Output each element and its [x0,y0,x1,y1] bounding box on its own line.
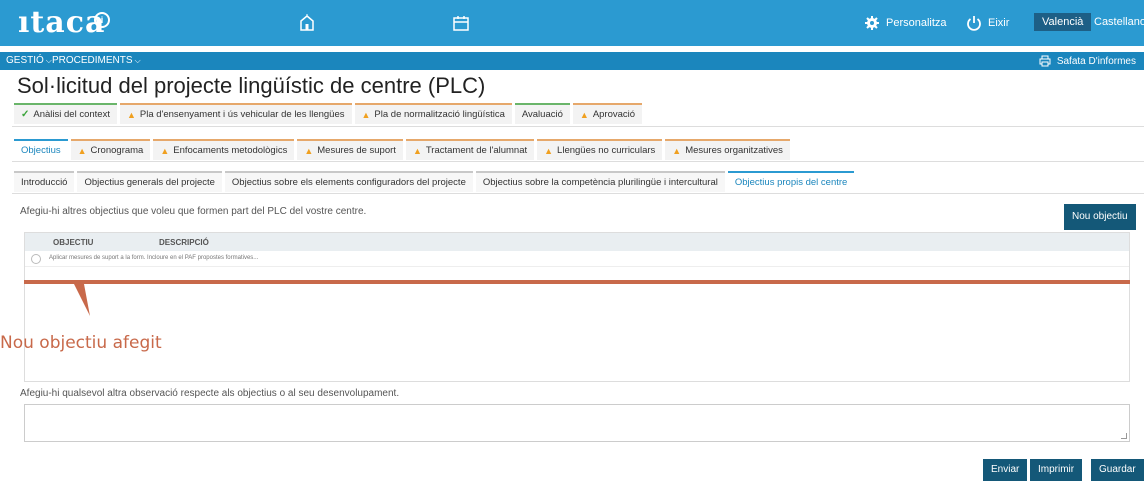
tab-mesures-suport[interactable]: ▲ Mesures de suport [297,139,403,160]
check-icon: ✓ [21,109,30,120]
observations-textarea[interactable] [24,404,1130,442]
annotation-pointer [74,284,90,316]
page-title: Sol·licitud del projecte lingüístic de c… [17,73,486,98]
tab-label: Aprovació [592,109,636,120]
new-objective-button[interactable]: Nou objectiu [1064,204,1136,230]
chevron-down-icon: ⌵ [134,55,141,65]
reports-label: Safata D'informes [1056,55,1136,67]
tabs-level-1: ✓ Anàlisi del context ▲ Pla d'ensenyament … [14,103,643,124]
print-button[interactable]: Imprimir [1030,459,1083,481]
col-objectiu[interactable]: OBJECTIU [53,238,93,247]
col-descripcio[interactable]: DESCRIPCIÓ [159,238,209,247]
gear-icon [865,16,879,30]
send-button[interactable]: Enviar [983,459,1028,481]
tab-mesures-organitzatives[interactable]: ▲ Mesures organitzatives [665,139,790,160]
divider [12,193,1144,194]
tab-label: Enfocaments metodològics [173,145,288,156]
tab-aprovacio[interactable]: ▲ Aprovació [572,103,643,124]
warning-icon: ▲ [579,109,589,120]
tab-objectius-generals[interactable]: Objectius generals del projecte [77,171,222,192]
tab-introduccio[interactable]: Introducció [14,171,75,192]
menu-gestio-label: GESTIÓ [6,55,44,66]
tab-label: Anàlisi del context [33,109,110,120]
lang-castellano[interactable]: Castellano [1086,13,1144,31]
tab-objectius-propis[interactable]: Objectius propis del centre [727,171,855,192]
personalitza-link[interactable]: Personalitza [864,15,947,31]
power-icon [967,16,981,31]
sub-nav: GESTIÓ ⌵ PROCEDIMENTS ⌵ Safata D'informe… [0,52,1144,70]
tab-label: Objectius [21,145,61,156]
lang-valencia[interactable]: Valencià [1034,13,1092,31]
eixir-label: Eixir [988,17,1010,29]
observations-instruction: Afegiu-hi qualsevol altra observació res… [20,388,400,399]
tab-label: Llengües no curriculars [557,145,656,156]
info-icon[interactable]: i [94,12,110,28]
reports-link[interactable]: Safata D'informes [1039,55,1136,67]
tab-objectius-elements[interactable]: Objectius sobre els elements configurado… [224,171,473,192]
warning-icon: ▲ [544,145,554,156]
tab-enfocaments[interactable]: ▲ Enfocaments metodològics [153,139,295,160]
tab-objectius-competencia[interactable]: Objectius sobre la competència pluriling… [475,171,725,192]
top-bar: ıtaca i Personalitza Eixir Valencià Cast… [0,0,1144,46]
app-logo[interactable]: ıtaca [18,5,105,40]
highlight-line [24,280,1130,284]
divider [12,126,1144,127]
warning-icon: ▲ [361,109,371,120]
tabs-level-3: Introducció Objectius generals del proje… [14,171,855,192]
tab-label: Objectius sobre els elements configurado… [231,177,466,188]
eixir-link[interactable]: Eixir [966,15,1009,31]
tab-pla-ensenyament[interactable]: ▲ Pla d'ensenyament i ús vehicular de les… [119,103,352,124]
save-button[interactable]: Guardar [1091,459,1144,481]
warning-icon: ▲ [412,145,422,156]
tab-label: Objectius generals del projecte [84,177,215,188]
school-icon[interactable] [298,14,316,32]
tab-objectius[interactable]: Objectius [14,139,68,160]
resize-grip-icon[interactable] [1121,433,1127,439]
menu-procediments-label: PROCEDIMENTS [52,55,133,66]
personalitza-label: Personalitza [886,17,947,29]
warning-icon: ▲ [77,145,87,156]
tab-pla-normalitzacio[interactable]: ▲ Pla de normalització lingüística [354,103,512,124]
divider [12,161,1144,162]
tab-label: Mesures organitzatives [685,145,783,156]
tab-label: Cronograma [90,145,144,156]
tab-label: Avaluació [521,109,563,120]
tabs-level-2: Objectius ▲ Cronograma ▲ Enfocaments metod… [14,139,790,160]
tab-llengues[interactable]: ▲ Llengües no curriculars [537,139,663,160]
tab-cronograma[interactable]: ▲ Cronograma [70,139,151,160]
tab-label: Objectius sobre la competència pluriling… [482,177,718,188]
tab-label: Objectius propis del centre [734,177,848,188]
tab-label: Pla de normalització lingüística [374,109,505,120]
row-text: Aplicar mesures de suport a la form. Inc… [49,255,259,261]
warning-icon: ▲ [126,109,136,120]
warning-icon: ▲ [304,145,314,156]
annotation-label: Nou objectiu afegit [0,333,162,353]
tab-tractament[interactable]: ▲ Tractament de l'alumnat [405,139,535,160]
tab-label: Introducció [21,177,68,188]
tab-label: Tractament de l'alumnat [425,145,528,156]
chevron-down-icon: ⌵ [45,55,52,65]
table-row[interactable]: Aplicar mesures de suport a la form. Inc… [25,251,1129,267]
tab-label: Mesures de suport [317,145,396,156]
printer-icon [1039,55,1051,67]
table-header: OBJECTIU DESCRIPCIÓ [25,233,1129,251]
row-select-radio[interactable] [31,254,41,264]
instruction-text: Afegiu-hi altres objectius que voleu que… [20,206,367,217]
calendar-icon[interactable] [452,14,470,32]
menu-gestio[interactable]: GESTIÓ ⌵ [6,55,52,66]
tab-avaluacio[interactable]: Avaluació [514,103,570,124]
warning-icon: ▲ [160,145,170,156]
tab-label: Pla d'ensenyament i ús vehicular de les … [139,109,345,120]
menu-procediments[interactable]: PROCEDIMENTS ⌵ [52,55,141,66]
warning-icon: ▲ [672,145,682,156]
objectives-table: OBJECTIU DESCRIPCIÓ Aplicar mesures de s… [24,232,1130,382]
tab-analisi[interactable]: ✓ Anàlisi del context [14,103,117,124]
